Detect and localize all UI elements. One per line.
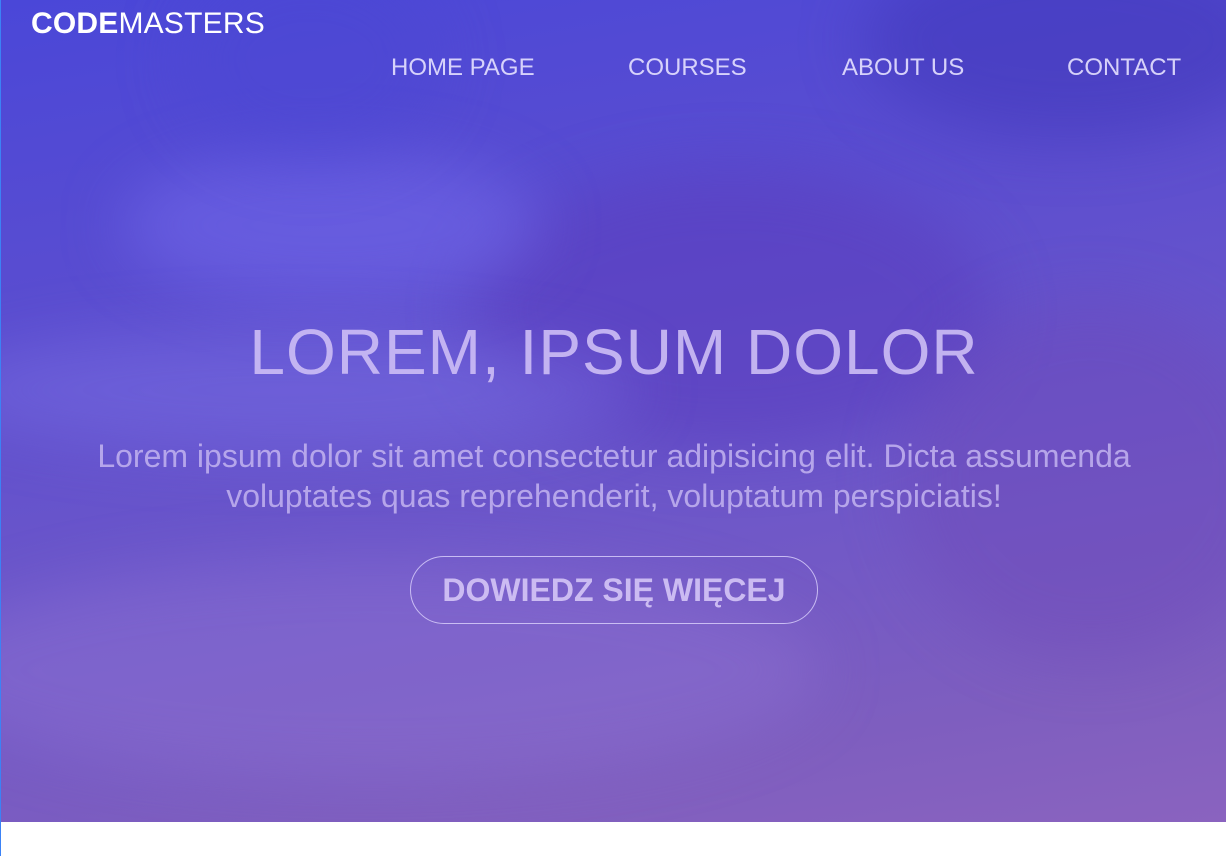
nav-link-home-page[interactable]: HOME PAGE bbox=[391, 52, 535, 84]
nav-link-contact[interactable]: CONTACT bbox=[1067, 52, 1181, 84]
hero-background-shape bbox=[121, 150, 541, 300]
logo-light-text: MASTERS bbox=[118, 7, 265, 40]
nav-link-courses[interactable]: COURSES bbox=[628, 52, 747, 84]
main-nav: HOME PAGE COURSES ABOUT US CONTACT bbox=[1, 52, 1226, 84]
nav-link-about-us[interactable]: ABOUT US bbox=[842, 52, 964, 84]
page: CODEMASTERS HOME PAGE COURSES ABOUT US C… bbox=[0, 0, 1226, 856]
hero-section: CODEMASTERS HOME PAGE COURSES ABOUT US C… bbox=[1, 0, 1226, 822]
wave-divider-shape bbox=[1, 822, 1226, 856]
hero-bottom-wave bbox=[1, 822, 1226, 856]
hero-subtitle: Lorem ipsum dolor sit amet consectetur a… bbox=[97, 438, 1131, 514]
hero-title: LOREM, IPSUM DOLOR bbox=[249, 316, 979, 388]
site-logo[interactable]: CODEMASTERS bbox=[31, 6, 265, 42]
learn-more-button[interactable]: DOWIEDZ SIĘ WIĘCEJ bbox=[410, 556, 818, 624]
logo-bold-text: CODE bbox=[31, 7, 119, 40]
